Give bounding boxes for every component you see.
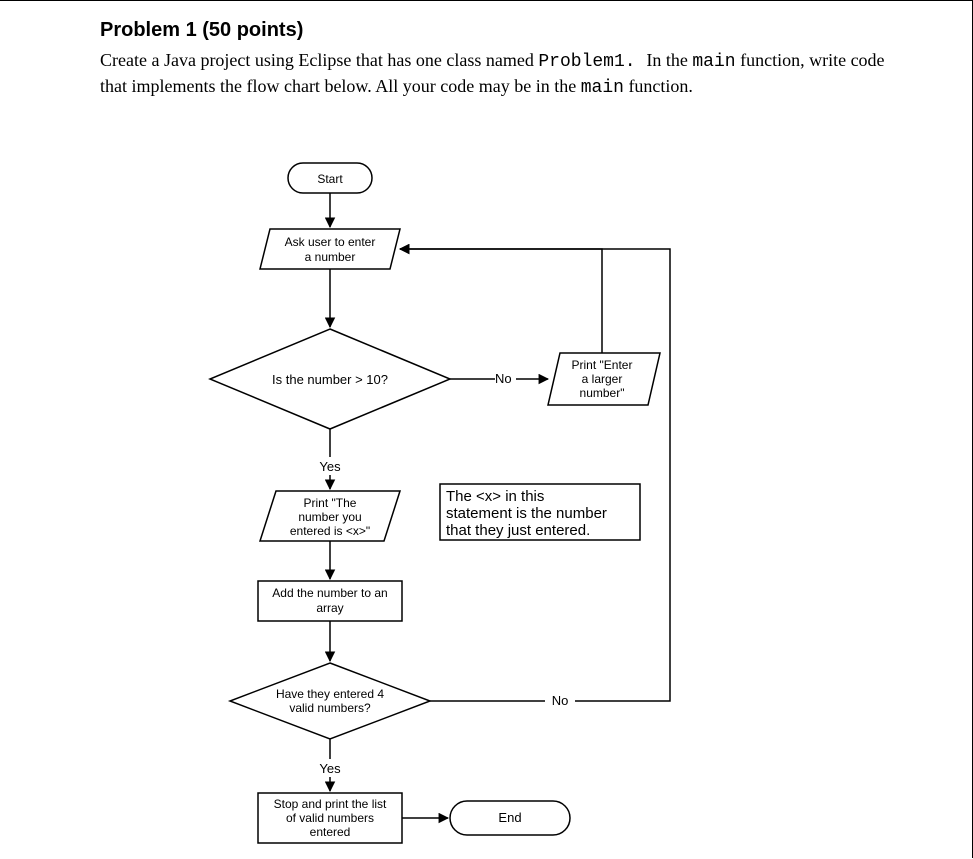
- start-label: Start: [317, 172, 343, 186]
- flowchart-svg: Start Ask user to enter a number Is the …: [0, 1, 973, 859]
- add-array-l1: Add the number to an: [272, 586, 387, 600]
- decision2-l2: valid numbers?: [289, 701, 371, 715]
- input-node: Ask user to enter a number: [260, 229, 400, 269]
- decision1-label: Is the number > 10?: [272, 372, 388, 387]
- stop-print-node: Stop and print the list of valid numbers…: [258, 793, 402, 843]
- print-larger-l1: Print "Enter: [572, 358, 633, 372]
- stop-l1: Stop and print the list: [274, 797, 387, 811]
- add-array-l2: array: [316, 601, 343, 615]
- dec1-no-label: No: [495, 371, 512, 386]
- print-entered-l2: number you: [298, 510, 361, 524]
- dec2-no-loop: [400, 249, 670, 701]
- decision2-node: Have they entered 4 valid numbers?: [230, 663, 430, 739]
- dec1-yes-label: Yes: [319, 459, 341, 474]
- start-node: Start: [288, 163, 372, 193]
- decision1-node: Is the number > 10?: [210, 329, 450, 429]
- note-box: The <x> in this statement is the number …: [440, 484, 640, 540]
- print-larger-l3: number": [580, 386, 625, 400]
- note-l1: The <x> in this: [446, 488, 544, 505]
- print-entered-l3: entered is <x>": [290, 524, 370, 538]
- dec2-no-label: No: [552, 693, 569, 708]
- stop-l2: of valid numbers: [286, 811, 374, 825]
- print-larger-l2: a larger: [582, 372, 623, 386]
- end-label: End: [498, 810, 521, 825]
- page: Problem 1 (50 points) Create a Java proj…: [0, 0, 973, 858]
- loop-larger-to-input: [400, 249, 602, 353]
- end-node: End: [450, 801, 570, 835]
- stop-l3: entered: [310, 825, 351, 839]
- note-l3: that they just entered.: [446, 522, 590, 539]
- input-line2: a number: [305, 250, 356, 264]
- add-array-node: Add the number to an array: [258, 581, 402, 621]
- dec2-yes-label: Yes: [319, 761, 341, 776]
- input-line1: Ask user to enter: [285, 235, 376, 249]
- print-entered-node: Print "The number you entered is <x>": [260, 491, 400, 541]
- decision2-l1: Have they entered 4: [276, 687, 384, 701]
- print-entered-l1: Print "The: [304, 496, 357, 510]
- note-l2: statement is the number: [446, 505, 607, 522]
- print-larger-node: Print "Enter a larger number": [548, 353, 660, 405]
